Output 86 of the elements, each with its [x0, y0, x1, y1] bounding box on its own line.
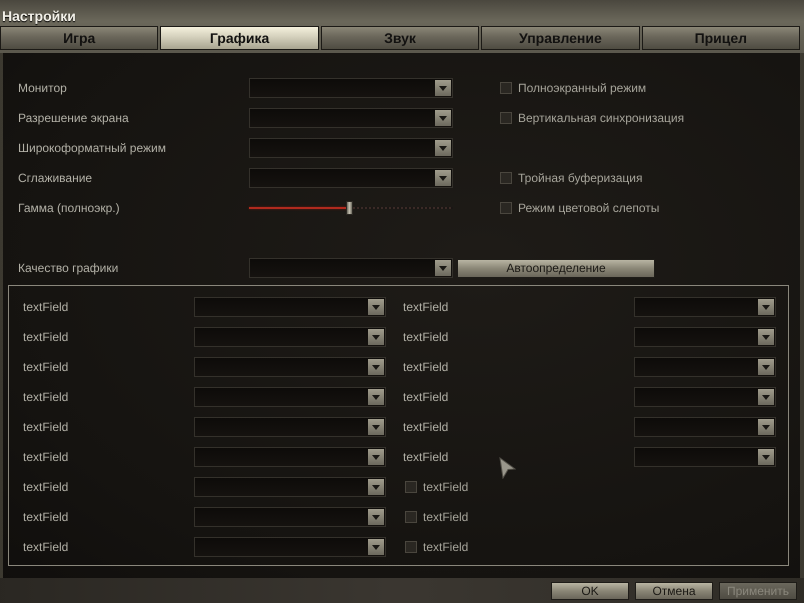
- setting-label: textField: [403, 420, 448, 434]
- tab[interactable]: Звук: [320, 26, 480, 50]
- setting-label: textField: [23, 540, 68, 554]
- caret-down-icon: [435, 80, 451, 96]
- dropdown-field[interactable]: [634, 297, 776, 317]
- dropdown-field[interactable]: [194, 357, 386, 377]
- checkbox[interactable]: [405, 511, 417, 523]
- caret-down-icon: [435, 260, 451, 276]
- dropdown-field[interactable]: [634, 357, 776, 377]
- caret-down-icon: [758, 419, 774, 435]
- dropdown-field[interactable]: [194, 507, 386, 527]
- setting-label: Широкоформатный режим: [18, 141, 166, 155]
- caret-down-icon: [435, 170, 451, 186]
- checkbox[interactable]: [500, 172, 512, 184]
- setting-label: textField: [403, 390, 448, 404]
- setting-label: textField: [403, 360, 448, 374]
- caret-down-icon: [758, 389, 774, 405]
- checkbox-label: Полноэкранный режим: [518, 81, 646, 95]
- window-title: Настройки: [2, 8, 76, 24]
- setting-label: Качество графики: [18, 261, 118, 275]
- tab[interactable]: Прицел: [642, 26, 800, 50]
- caret-down-icon: [758, 359, 774, 375]
- setting-label: textField: [23, 480, 68, 494]
- dropdown-field[interactable]: [634, 327, 776, 347]
- caret-down-icon: [435, 140, 451, 156]
- dropdown-field[interactable]: [634, 417, 776, 437]
- checkbox[interactable]: [405, 481, 417, 493]
- dropdown-field[interactable]: [194, 417, 386, 437]
- caret-down-icon: [368, 479, 384, 495]
- setting-label: textField: [23, 360, 68, 374]
- dropdown-field[interactable]: [249, 258, 453, 278]
- dropdown-field[interactable]: [249, 78, 453, 98]
- caret-down-icon: [368, 419, 384, 435]
- caret-down-icon: [368, 329, 384, 345]
- setting-label: Гамма (полноэкр.): [18, 201, 120, 215]
- setting-label: textField: [23, 450, 68, 464]
- dropdown-field[interactable]: [634, 447, 776, 467]
- dropdown-field[interactable]: [194, 537, 386, 557]
- caret-down-icon: [368, 449, 384, 465]
- caret-down-icon: [758, 449, 774, 465]
- caret-down-icon: [368, 359, 384, 375]
- setting-label: textField: [403, 330, 448, 344]
- checkbox[interactable]: [500, 82, 512, 94]
- cursor-icon: [499, 457, 516, 479]
- dialog-button[interactable]: OK: [551, 582, 629, 600]
- tab[interactable]: Управление: [481, 26, 640, 50]
- checkbox-label: textField: [423, 540, 468, 554]
- caret-down-icon: [368, 389, 384, 405]
- dropdown-field[interactable]: [634, 387, 776, 407]
- dropdown-field[interactable]: [249, 138, 453, 158]
- dropdown-field[interactable]: [194, 477, 386, 497]
- setting-label: Разрешение экрана: [18, 111, 129, 125]
- autodetect-button[interactable]: Автоопределение: [457, 258, 655, 278]
- checkbox[interactable]: [500, 112, 512, 124]
- caret-down-icon: [758, 299, 774, 315]
- setting-label: textField: [23, 510, 68, 524]
- setting-label: textField: [403, 300, 448, 314]
- checkbox-label: Вертикальная синхронизация: [518, 111, 684, 125]
- checkbox-label: textField: [423, 510, 468, 524]
- setting-label: Монитор: [18, 81, 67, 95]
- checkbox-label: Режим цветовой слепоты: [518, 201, 660, 215]
- checkbox-label: textField: [423, 480, 468, 494]
- caret-down-icon: [368, 509, 384, 525]
- caret-down-icon: [368, 299, 384, 315]
- tab[interactable]: Игра: [0, 26, 158, 50]
- dropdown-field[interactable]: [194, 297, 386, 317]
- setting-label: textField: [23, 330, 68, 344]
- dialog-button[interactable]: Отмена: [635, 582, 713, 600]
- checkbox-label: Тройная буферизация: [518, 171, 642, 185]
- tab[interactable]: Графика: [160, 26, 319, 50]
- dropdown-field[interactable]: [194, 447, 386, 467]
- dropdown-field[interactable]: [249, 168, 453, 188]
- checkbox[interactable]: [500, 202, 512, 214]
- dropdown-field[interactable]: [194, 387, 386, 407]
- setting-label: textField: [23, 420, 68, 434]
- setting-label: Сглаживание: [18, 171, 92, 185]
- setting-label: textField: [23, 300, 68, 314]
- setting-label: textField: [403, 450, 448, 464]
- caret-down-icon: [435, 110, 451, 126]
- checkbox[interactable]: [405, 541, 417, 553]
- slider-thumb[interactable]: [346, 201, 353, 215]
- caret-down-icon: [368, 539, 384, 555]
- setting-label: textField: [23, 390, 68, 404]
- dropdown-field[interactable]: [194, 327, 386, 347]
- caret-down-icon: [758, 329, 774, 345]
- dropdown-field[interactable]: [249, 108, 453, 128]
